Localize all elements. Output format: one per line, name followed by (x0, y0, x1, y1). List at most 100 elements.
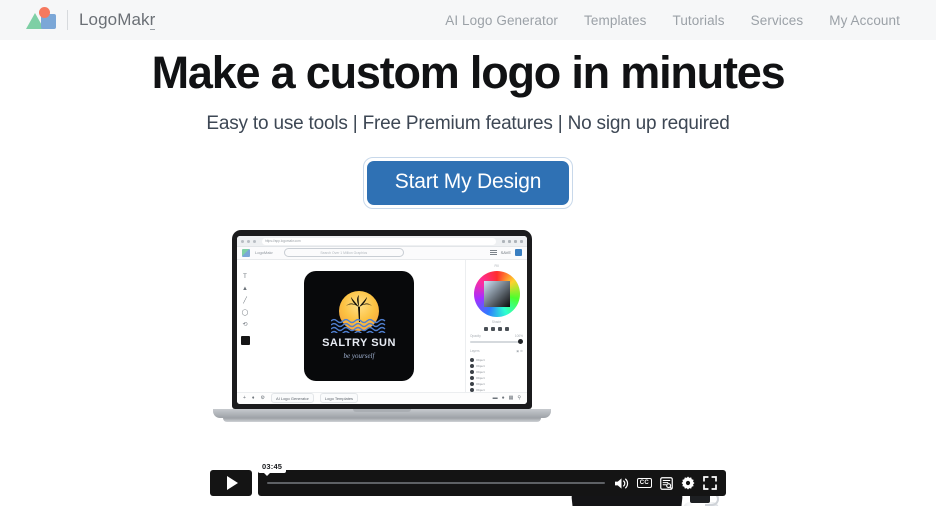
editor-brand-label: LogoMakr (255, 250, 273, 256)
nav-item-tutorials[interactable]: Tutorials (672, 13, 724, 28)
editor-brand-icon (242, 248, 250, 257)
layer-label: Object (476, 363, 485, 368)
opacity-slider[interactable] (470, 338, 523, 344)
layer-label: Object (476, 369, 485, 374)
product-mockup-stage: https://app.logomakr.com LogoMakr Search… (0, 227, 936, 506)
color-mode-icon[interactable]: ● (502, 395, 505, 401)
ai-logo-generator-button[interactable]: AI Logo Generator (270, 393, 314, 404)
forward-arrow-icon (247, 239, 250, 243)
browser-chrome-bar: https://app.logomakr.com (237, 236, 527, 247)
shade-swatch[interactable] (484, 326, 488, 331)
back-arrow-icon (241, 239, 244, 243)
color-wheel-picker[interactable] (473, 270, 520, 317)
editor-footer: + ♦ ⚙ AI Logo Generator Logo Templates ▬… (237, 391, 527, 405)
nav-item-services[interactable]: Services (751, 13, 804, 28)
menu-icon (520, 239, 523, 243)
hero-subtitle: Easy to use tools | Free Premium feature… (206, 113, 730, 135)
nav-item-templates[interactable]: Templates (584, 13, 646, 28)
logomakr-shapes-icon (26, 7, 58, 33)
laptop-hinge (213, 409, 551, 419)
circle-shape-icon (39, 7, 50, 18)
save-label: SAVE (500, 250, 511, 256)
graphics-search-input: Search Over 1 Million Graphics (283, 248, 404, 258)
bookmark-icon (508, 239, 511, 243)
list-item[interactable]: Object (470, 357, 523, 362)
brand-divider (67, 10, 68, 30)
layers-list: Object Object Object Object Object Objec… (470, 357, 523, 392)
logo-tagline-text: be yourself (343, 352, 375, 360)
list-item[interactable]: Object (470, 381, 523, 386)
grid-icon[interactable]: ▦ (509, 395, 514, 401)
hamburger-menu-icon (489, 250, 497, 256)
fill-label: Fill (494, 263, 499, 268)
editor-canvas: SALTRY SUN be yourself (253, 260, 465, 392)
rotate-tool-icon: ⟲ (242, 321, 248, 328)
opacity-slider-handle[interactable] (518, 338, 523, 344)
logo-name-text: SALTRY SUN (322, 337, 396, 349)
layers-actions: ▣ ⚙ (516, 348, 523, 353)
editor-footer-right: ▬ ● ▦ ⚲ (493, 395, 521, 401)
cta-focus-ring: Start My Design (362, 157, 574, 210)
layers-icon[interactable]: ♦ (252, 395, 255, 401)
nav-item-ai-logo-generator[interactable]: AI Logo Generator (445, 13, 558, 28)
editor-app-bar: LogoMakr Search Over 1 Million Graphics … (237, 246, 527, 260)
settings-icon[interactable]: ⚙ (260, 395, 264, 401)
cta-wrapper: Start My Design (0, 157, 936, 210)
text-tool-icon: T (243, 273, 247, 280)
extension-icon (502, 239, 505, 243)
laptop-mockup: https://app.logomakr.com LogoMakr Search… (213, 230, 551, 423)
line-tool-icon: ╱ (243, 297, 247, 304)
closed-captions-button[interactable]: CC (636, 478, 652, 488)
editor-body: T ▲ ╱ ◯ ⟲ SALTRY SUN be yourself Fill Sh… (237, 259, 527, 392)
list-item[interactable]: Object (470, 369, 523, 374)
shade-swatch[interactable] (491, 326, 495, 331)
page-title: Make a custom logo in minutes (151, 47, 786, 98)
gear-icon[interactable] (681, 476, 695, 490)
video-control-icons: CC (614, 476, 717, 490)
profile-icon (514, 239, 517, 243)
logo-artboard: SALTRY SUN be yourself (304, 270, 414, 381)
laptop-screen: https://app.logomakr.com LogoMakr Search… (232, 230, 532, 410)
laptop-base (223, 418, 541, 423)
layer-thumb-icon (470, 369, 474, 374)
shade-swatch[interactable] (498, 326, 502, 331)
waves-icon (330, 318, 386, 333)
artwork-scene (330, 291, 387, 333)
start-my-design-button[interactable]: Start My Design (366, 161, 570, 206)
editor-tool-rail: T ▲ ╱ ◯ ⟲ (237, 260, 253, 392)
search-icon[interactable]: ⚲ (517, 395, 521, 401)
progress-bar[interactable] (267, 482, 605, 484)
opacity-row: Opacity 100% (470, 334, 523, 338)
video-player-controls: 03:45 CC (210, 461, 726, 496)
app-bar-right: SAVE (489, 249, 522, 257)
play-button[interactable] (210, 470, 252, 496)
add-icon[interactable]: + (243, 395, 246, 401)
brand-name: LogoMakr (79, 10, 156, 30)
layer-thumb-icon (470, 357, 474, 362)
layer-label: Object (476, 375, 485, 380)
layer-thumb-icon (470, 381, 474, 386)
nav-item-my-account[interactable]: My Account (829, 13, 900, 28)
zoom-slider-icon[interactable]: ▬ (493, 395, 498, 401)
shape-tool-icon: ▲ (242, 285, 248, 292)
time-tooltip: 03:45 (258, 461, 287, 476)
saltry-sun-artwork: SALTRY SUN be yourself (322, 291, 396, 360)
fullscreen-icon[interactable] (703, 476, 717, 490)
site-header: LogoMakr AI Logo Generator Templates Tut… (0, 0, 936, 40)
volume-icon[interactable] (614, 477, 629, 490)
color-gradient-square[interactable] (483, 280, 510, 307)
opacity-label: Opacity (470, 333, 481, 338)
logo-templates-button[interactable]: Logo Templates (319, 393, 359, 404)
opacity-value: 100% (514, 333, 523, 338)
reload-icon (253, 239, 256, 243)
transcript-search-icon[interactable] (660, 476, 673, 490)
shade-label: Shade (491, 319, 502, 324)
save-disk-icon (515, 249, 522, 257)
list-item[interactable]: Object (470, 363, 523, 368)
main-navigation: AI Logo Generator Templates Tutorials Se… (445, 13, 900, 28)
brand-name-main: LogoMak (79, 10, 150, 29)
list-item[interactable]: Object (470, 375, 523, 380)
brand-logo[interactable]: LogoMakr (26, 7, 156, 33)
layer-label: Object (476, 381, 485, 386)
shade-swatch[interactable] (505, 326, 509, 331)
